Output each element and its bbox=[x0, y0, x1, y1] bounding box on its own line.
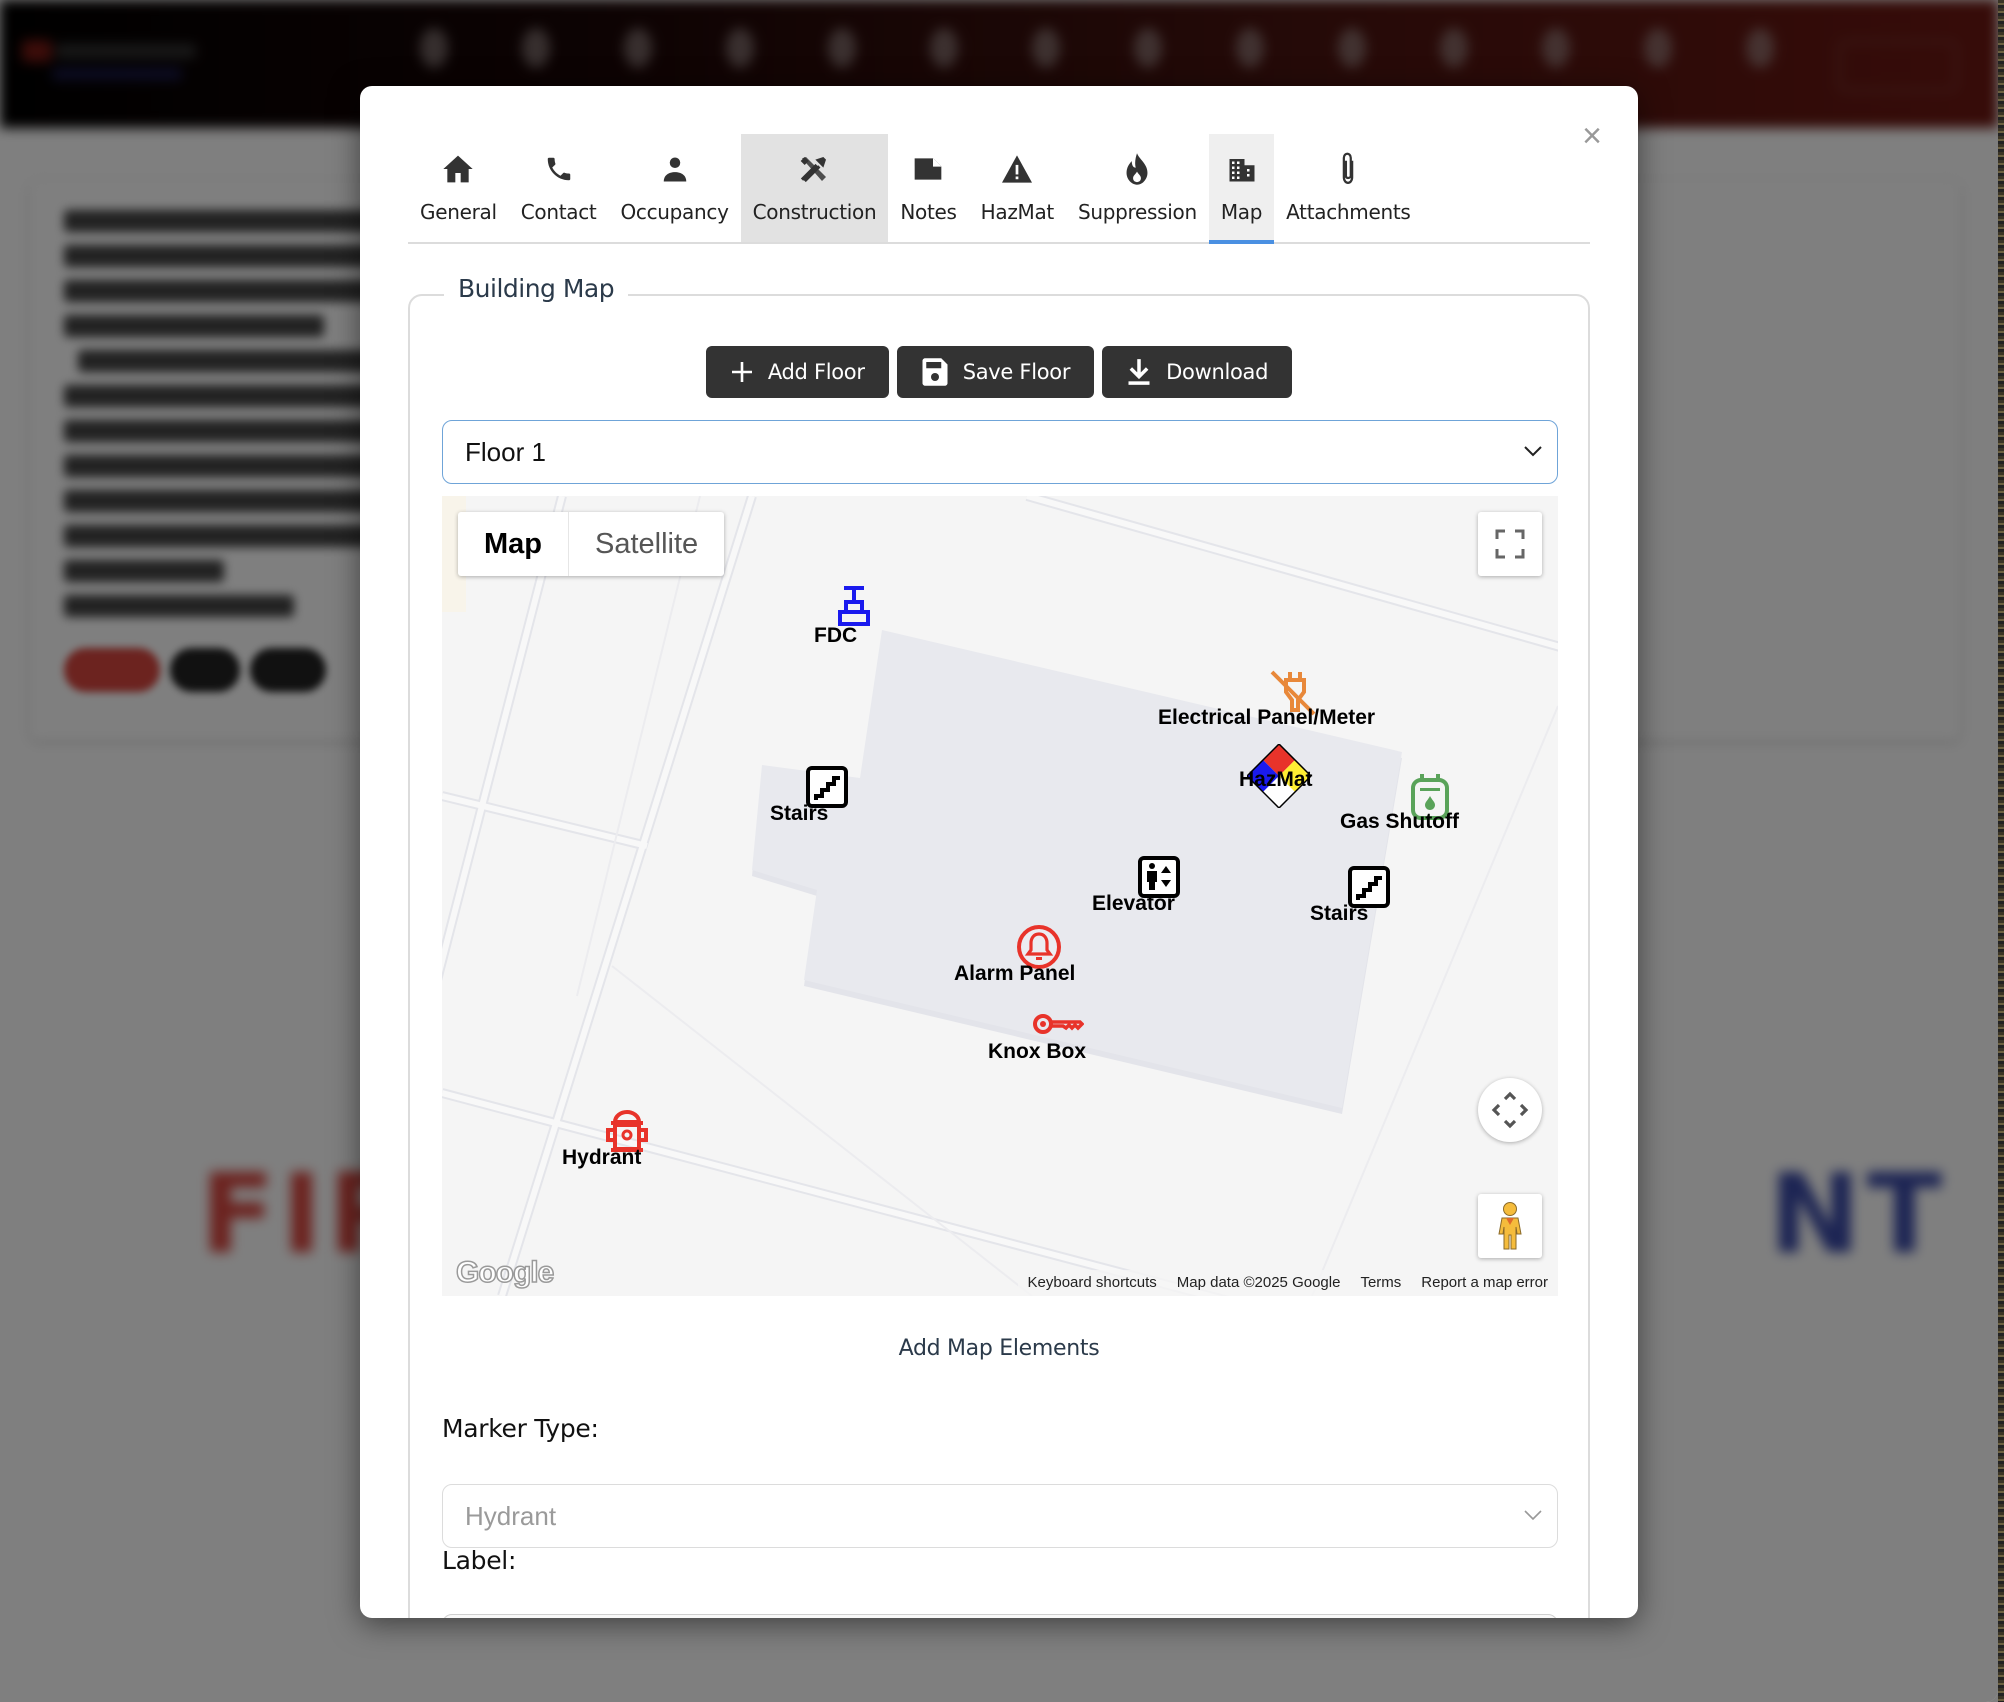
floor-select-value: Floor 1 bbox=[465, 436, 546, 467]
marker-label: Elevator bbox=[1092, 892, 1175, 915]
marker-label: Knox Box bbox=[988, 1040, 1087, 1063]
download-icon bbox=[1128, 359, 1150, 385]
terms-link[interactable]: Terms bbox=[1350, 1270, 1411, 1296]
floor-select[interactable]: Floor 1 bbox=[442, 420, 1558, 484]
key-icon bbox=[1033, 1014, 1085, 1034]
marker-type-label: Marker Type: bbox=[442, 1414, 599, 1443]
tab-label: HazMat bbox=[980, 200, 1055, 224]
keyboard-shortcuts-link[interactable]: Keyboard shortcuts bbox=[1018, 1270, 1167, 1296]
tab-label: Occupancy bbox=[620, 200, 729, 224]
add-map-elements-heading: Add Map Elements bbox=[898, 1336, 1100, 1361]
paperclip-icon bbox=[1331, 152, 1365, 186]
fire-icon bbox=[1120, 152, 1154, 186]
fdc-icon bbox=[838, 586, 870, 626]
add-floor-label: Add Floor bbox=[767, 360, 865, 384]
fullscreen-button[interactable] bbox=[1478, 512, 1542, 576]
tab-label: Construction bbox=[752, 200, 877, 224]
plus-icon bbox=[731, 362, 752, 382]
save-icon bbox=[922, 358, 948, 386]
marker-label: HazMat bbox=[1239, 768, 1313, 791]
phone-icon bbox=[542, 152, 576, 186]
section-title: Building Map bbox=[444, 274, 629, 303]
camera-pan-button[interactable] bbox=[1478, 1078, 1542, 1142]
map-type-map-button[interactable]: Map bbox=[458, 512, 569, 576]
fullscreen-icon bbox=[1495, 529, 1525, 559]
tab-construction[interactable]: Construction bbox=[740, 134, 889, 242]
tab-general[interactable]: General bbox=[408, 134, 509, 242]
marker-label: Electrical Panel/Meter bbox=[1158, 706, 1376, 729]
tab-hazmat[interactable]: HazMat bbox=[969, 134, 1066, 242]
street-view-pegman-button[interactable] bbox=[1478, 1194, 1542, 1258]
save-floor-button[interactable]: Save Floor bbox=[896, 346, 1095, 398]
tab-attachments[interactable]: Attachments bbox=[1274, 134, 1422, 242]
map-canvas[interactable]: Map Satellite Google Keyboard shortcuts … bbox=[442, 496, 1558, 1296]
marker-label: Hydrant bbox=[562, 1146, 642, 1169]
google-logo: Google bbox=[455, 1255, 555, 1290]
tools-icon bbox=[797, 152, 831, 186]
label-field-label: Label: bbox=[442, 1546, 517, 1575]
add-floor-button[interactable]: Add Floor bbox=[705, 346, 889, 398]
pan-arrows-icon bbox=[1491, 1091, 1529, 1129]
tab-suppression[interactable]: Suppression bbox=[1066, 134, 1209, 242]
tab-map[interactable]: Map bbox=[1208, 134, 1275, 244]
window-edge bbox=[1998, 0, 2004, 1702]
marker-label: Alarm Panel bbox=[954, 962, 1076, 985]
chevron-down-icon bbox=[1524, 1510, 1542, 1521]
note-icon bbox=[911, 152, 945, 186]
marker-label: Stairs bbox=[770, 802, 829, 825]
marker-label-input[interactable] bbox=[442, 1614, 1558, 1618]
tab-label: Suppression bbox=[1077, 200, 1197, 224]
marker-label: Gas Shutoff bbox=[1340, 810, 1459, 833]
marker-type-select[interactable]: Hydrant bbox=[442, 1484, 1558, 1548]
marker-label: FDC bbox=[814, 624, 858, 647]
tab-label: General bbox=[420, 200, 497, 224]
map-base-layer bbox=[442, 496, 1558, 1296]
map-attribution: Keyboard shortcuts Map data ©2025 Google… bbox=[1017, 1270, 1558, 1296]
building-map-section: Building Map Add Floor Save Floor Downlo… bbox=[408, 274, 1590, 1618]
warning-icon bbox=[1000, 152, 1034, 186]
tab-label: Contact bbox=[520, 200, 597, 224]
save-floor-label: Save Floor bbox=[962, 360, 1071, 384]
person-icon bbox=[658, 152, 692, 186]
report-map-error-link[interactable]: Report a map error bbox=[1411, 1270, 1558, 1296]
download-button[interactable]: Download bbox=[1102, 346, 1293, 398]
pegman-icon bbox=[1498, 1202, 1522, 1250]
building-modal: × General Contact Occupancy Construction… bbox=[360, 86, 1638, 1618]
map-data-text: Map data ©2025 Google bbox=[1176, 1274, 1341, 1291]
tab-label: Notes bbox=[900, 200, 957, 224]
tab-bar: General Contact Occupancy Construction N… bbox=[408, 134, 1590, 244]
tab-occupancy[interactable]: Occupancy bbox=[608, 134, 740, 242]
building-icon bbox=[1225, 152, 1259, 186]
floor-toolbar: Add Floor Save Floor Download bbox=[410, 346, 1588, 398]
tab-contact[interactable]: Contact bbox=[509, 134, 609, 242]
download-label: Download bbox=[1166, 360, 1269, 384]
tab-label: Attachments bbox=[1286, 200, 1411, 224]
map-type-control: Map Satellite bbox=[458, 512, 725, 576]
chevron-down-icon bbox=[1524, 446, 1542, 457]
tab-notes[interactable]: Notes bbox=[888, 134, 968, 242]
marker-type-value: Hydrant bbox=[465, 1500, 557, 1531]
tab-label: Map bbox=[1220, 200, 1263, 224]
map-marker-knox-box[interactable] bbox=[1032, 1010, 1085, 1043]
marker-label: Stairs bbox=[1310, 902, 1369, 925]
map-type-satellite-button[interactable]: Satellite bbox=[569, 512, 724, 576]
home-icon bbox=[441, 152, 475, 186]
